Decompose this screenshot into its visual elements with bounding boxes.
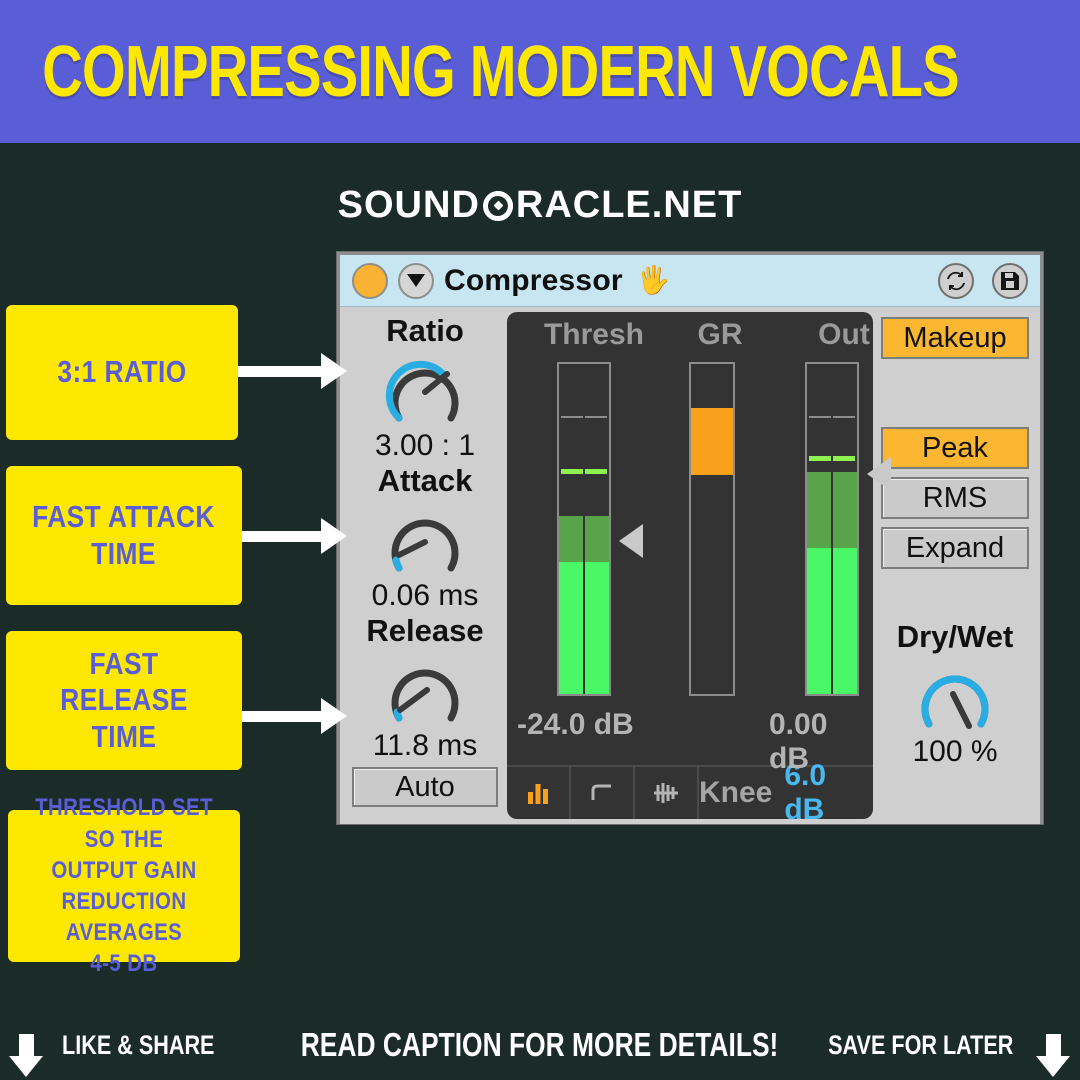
hot-swap-icon[interactable]: [938, 262, 974, 299]
out-meter[interactable]: [805, 362, 859, 696]
thresh-meter[interactable]: [557, 362, 611, 696]
header-banner: COMPRESSING MODERN VOCALS 🎙️: [0, 0, 1080, 143]
expand-button[interactable]: Expand: [881, 527, 1029, 569]
ratio-value[interactable]: 3.00 : 1: [375, 431, 475, 461]
release-value[interactable]: 11.8 ms: [373, 731, 478, 761]
callout-ratio: 3:1 RATIO: [6, 305, 238, 440]
callout-ratio-text: 3:1 RATIO: [57, 354, 187, 390]
drywet-value[interactable]: 100 %: [912, 737, 997, 767]
meter-area: Thresh -24.0 dB GR Out 0.00 dB: [507, 312, 891, 775]
power-toggle-icon[interactable]: [352, 262, 388, 299]
bar-graph-icon[interactable]: [507, 767, 571, 819]
callout-threshold-text: THRESHOLD SET SO THE OUTPUT GAIN REDUCTION…: [35, 794, 213, 978]
arrow-to-attack: [242, 518, 347, 554]
thresh-readout[interactable]: -24.0 dB: [517, 708, 634, 742]
knee-label: Knee: [699, 776, 773, 809]
callout-attack: FAST ATTACK TIME: [6, 466, 242, 605]
brand-text-right: RACLE.NET: [515, 184, 743, 226]
save-preset-icon[interactable]: [992, 262, 1028, 299]
gr-meter-label: GR: [697, 318, 743, 351]
drywet-knob[interactable]: [911, 654, 999, 734]
callout-release: FAST RELEASE TIME: [6, 631, 242, 770]
transfer-curve-icon[interactable]: [571, 767, 635, 819]
arrow-to-ratio: [238, 353, 347, 389]
compressor-plugin-window: Compressor 🖐 Ratio 3.00: 1 Attack 0.06 …: [337, 252, 1043, 826]
footer-right-text: SAVE FOR LATER: [828, 1029, 1014, 1060]
callout-attack-text: FAST ATTACK TIME: [32, 498, 216, 571]
out-gain-marker[interactable]: [867, 457, 891, 491]
right-control-column: Makeup Peak RMS Expand Dry/Wet 100 %: [875, 311, 1035, 819]
thresh-meter-label: Thresh: [543, 318, 645, 351]
attack-value[interactable]: 0.06 ms: [372, 581, 479, 611]
brand-logo: SOUND RACLE.NET: [0, 184, 1080, 227]
oracle-o-icon: [482, 190, 513, 221]
thresh-threshold-marker[interactable]: [619, 524, 643, 558]
drywet-label: Dry/Wet: [896, 619, 1014, 654]
callout-threshold: THRESHOLD SET SO THE OUTPUT GAIN REDUCTION…: [8, 794, 240, 977]
page-title: COMPRESSING MODERN VOCALS: [42, 31, 959, 112]
peak-button[interactable]: Peak: [881, 427, 1029, 469]
attack-knob[interactable]: [381, 498, 469, 578]
plugin-body: Ratio 3.00 : 1 Attack 0.06 ms Release 11…: [340, 307, 1040, 826]
down-arrow-icon: [1036, 1034, 1070, 1077]
arrow-to-release: [242, 698, 347, 734]
rms-button[interactable]: RMS: [881, 477, 1029, 519]
ratio-knob[interactable]: [381, 348, 469, 428]
brand-text-left: SOUND: [337, 184, 480, 226]
chevron-down-icon[interactable]: [398, 262, 434, 299]
plugin-titlebar: Compressor 🖐: [340, 255, 1040, 307]
plugin-title: Compressor: [444, 263, 623, 297]
release-knob[interactable]: [381, 648, 469, 728]
footer: LIKE & SHARE READ CAPTION FOR MORE DETAI…: [0, 1010, 1080, 1080]
left-control-column: Ratio 3.00 : 1 Attack 0.06 ms Release 11…: [345, 311, 505, 819]
out-meter-label: Out: [818, 318, 870, 351]
gr-meter: [689, 362, 735, 696]
footer-save-later[interactable]: SAVE FOR LATER: [805, 1029, 1070, 1077]
meter-panel: Thresh -24.0 dB GR Out 0.00 dB Knee 6.0 …: [507, 312, 891, 826]
release-label: Release: [366, 613, 484, 648]
auto-button[interactable]: Auto: [352, 767, 498, 807]
ratio-label: Ratio: [386, 313, 464, 348]
sidechain-icon[interactable]: [635, 767, 699, 819]
attack-label: Attack: [377, 463, 473, 498]
hand-icon: 🖐: [636, 265, 671, 295]
callout-release-text: FAST RELEASE TIME: [60, 645, 188, 754]
footer-center-text: READ CAPTION FOR MORE DETAILS!: [301, 1026, 779, 1063]
out-readout[interactable]: 0.00 dB: [769, 708, 873, 776]
